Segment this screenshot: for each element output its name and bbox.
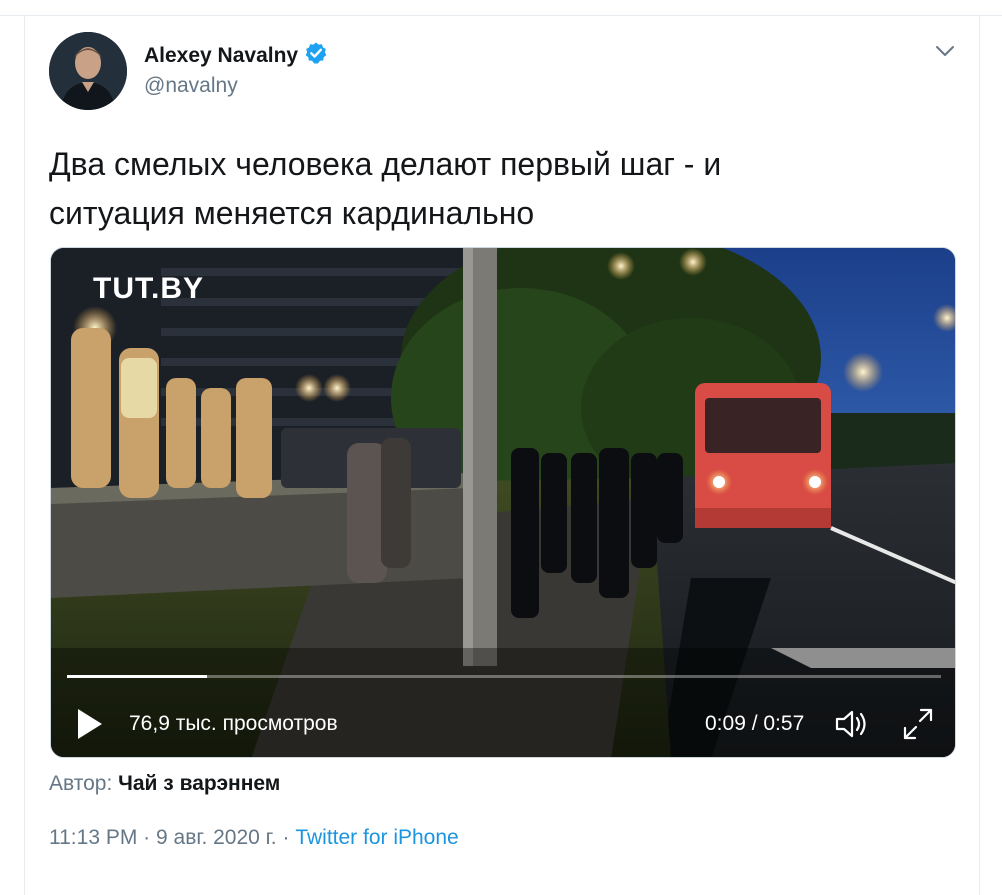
tweet-text-line-2: ситуация меняется кардинально <box>49 195 535 231</box>
video-time: 0:09 / 0:57 <box>705 712 805 735</box>
tweet-source-link[interactable]: Twitter for iPhone <box>295 826 458 849</box>
video-attribution: Автор: Чай з варэннем <box>49 772 280 796</box>
tweet-time[interactable]: 11:13 PM <box>49 826 137 849</box>
verified-icon <box>304 41 328 71</box>
video-player[interactable]: TUT.BY 76,9 тыс. просмотров 0:09 / 0:57 <box>50 247 956 758</box>
fullscreen-icon[interactable] <box>901 706 935 742</box>
progress-fill <box>67 675 207 678</box>
author-name-text[interactable]: Alexey Navalny <box>144 44 298 68</box>
video-frame <box>51 248 955 757</box>
author-name[interactable]: Alexey Navalny <box>144 41 328 71</box>
attribution-label: Автор: <box>49 772 113 795</box>
attribution-name[interactable]: Чай з варэннем <box>118 772 280 795</box>
tweet-text: Два смелых человека делают первый шаг - … <box>49 140 949 238</box>
play-icon[interactable] <box>75 706 105 742</box>
author-handle[interactable]: @navalny <box>144 74 238 98</box>
progress-bar[interactable] <box>67 675 941 678</box>
tweet-meta: 11:13 PM · 9 авг. 2020 г. · Twitter for … <box>49 826 459 850</box>
avatar[interactable] <box>49 32 127 110</box>
volume-icon[interactable] <box>833 706 873 742</box>
meta-separator: · <box>143 826 151 849</box>
video-brand-watermark: TUT.BY <box>93 272 204 305</box>
tweet-text-line-1: Два смелых человека делают первый шаг - … <box>49 146 722 182</box>
view-count: 76,9 тыс. просмотров <box>129 712 338 735</box>
chevron-down-icon[interactable] <box>932 38 958 64</box>
meta-separator: · <box>282 826 290 849</box>
timeline-top-border <box>0 0 1002 16</box>
tweet-date[interactable]: 9 авг. 2020 г. <box>156 826 277 849</box>
